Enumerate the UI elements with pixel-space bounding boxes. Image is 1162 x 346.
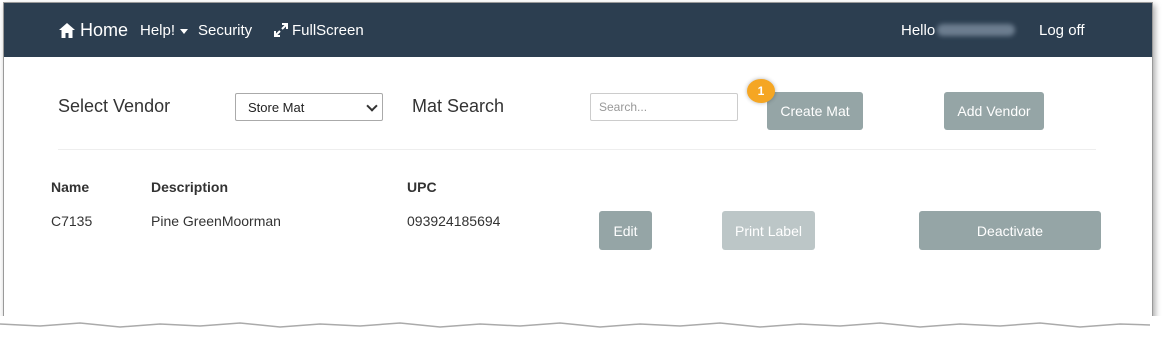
nav-fullscreen-label: FullScreen (292, 21, 364, 39)
deactivate-button[interactable]: Deactivate (919, 211, 1101, 250)
nav-help-dropdown[interactable]: Help! (140, 3, 189, 57)
top-navbar: Home Help! Security FullScreen Hello Log… (4, 3, 1152, 57)
header-description: Description (151, 179, 229, 195)
torn-edge-shape (0, 322, 1162, 341)
mat-search-label: Mat Search (412, 96, 505, 116)
edit-button[interactable]: Edit (599, 211, 652, 250)
chevron-down-icon (366, 100, 378, 112)
hello-label: Hello (901, 21, 936, 39)
select-vendor-label: Select Vendor (58, 96, 171, 116)
nav-home[interactable]: Home (58, 3, 128, 57)
nav-home-label: Home (80, 19, 129, 40)
home-icon (59, 22, 75, 38)
divider (58, 149, 1096, 150)
callout-badge: 1 (747, 79, 775, 103)
nav-security[interactable]: Security (198, 3, 252, 57)
logoff-link[interactable]: Log off (1039, 3, 1085, 57)
vendor-select-value: Store Mat (248, 99, 305, 115)
add-vendor-button[interactable]: Add Vendor (944, 92, 1044, 130)
vendor-select[interactable]: Store Mat (235, 93, 383, 121)
print-label-button[interactable]: Print Label (722, 211, 815, 250)
row-upc: 093924185694 (407, 213, 501, 229)
user-greeting[interactable]: Hello (901, 3, 1016, 57)
nav-fullscreen[interactable]: FullScreen (273, 3, 364, 57)
redacted-username (937, 24, 1016, 36)
caret-down-icon (180, 28, 189, 34)
app-window: Home Help! Security FullScreen Hello Log… (3, 2, 1153, 326)
header-upc: UPC (407, 179, 437, 195)
mat-search-input[interactable] (590, 93, 738, 121)
nav-security-label: Security (198, 21, 253, 39)
header-name: Name (51, 179, 90, 195)
torn-edge (0, 316, 1162, 341)
expand-icon (274, 23, 288, 37)
create-mat-button[interactable]: Create Mat (767, 92, 863, 130)
row-description: Pine GreenMoorman (151, 213, 281, 229)
row-name: C7135 (51, 213, 93, 229)
nav-help-label: Help! (140, 21, 176, 39)
logoff-label: Log off (1039, 21, 1085, 39)
